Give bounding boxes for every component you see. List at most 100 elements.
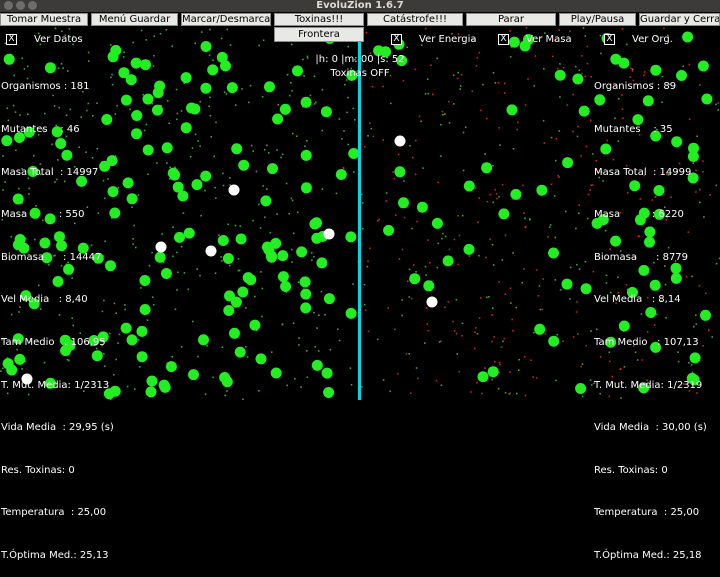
food-particle-green xyxy=(464,126,467,129)
food-particle-green xyxy=(226,390,228,392)
organism xyxy=(463,180,475,192)
organism xyxy=(270,367,282,379)
food-particle-green xyxy=(61,30,63,33)
organism xyxy=(431,217,443,229)
food-particle-red xyxy=(435,379,438,382)
food-particle-green xyxy=(715,184,718,187)
food-particle-green xyxy=(291,261,293,263)
food-particle-green xyxy=(142,93,145,96)
food-particle-green xyxy=(518,369,520,371)
food-particle-red xyxy=(474,331,476,333)
food-particle-green xyxy=(352,283,354,285)
see-mass-checkbox[interactable]: X xyxy=(498,34,509,45)
stat-line: T. Mut. Media: 1/2313 xyxy=(1,379,110,391)
organism xyxy=(548,335,560,347)
food-particle-green xyxy=(151,251,153,254)
play-pause-button[interactable]: Play/Pausa xyxy=(559,13,636,26)
food-particle-green xyxy=(558,130,561,132)
border-button[interactable]: Frontera xyxy=(274,27,364,42)
food-particle-green xyxy=(492,165,494,167)
food-particle-red xyxy=(437,181,440,184)
food-particle-red xyxy=(499,363,501,366)
food-particle-green xyxy=(578,268,581,270)
food-particle-red xyxy=(491,340,493,343)
mark-unmark-button[interactable]: Marcar/Desmarcar xyxy=(181,13,271,26)
food-particle-green xyxy=(197,355,199,358)
organism xyxy=(122,177,134,189)
food-particle-green xyxy=(229,177,231,179)
food-particle-green xyxy=(277,103,279,106)
food-particle-green xyxy=(344,83,346,86)
food-particle-green xyxy=(342,167,345,169)
catastrophe-button[interactable]: Catástrofe!!! xyxy=(367,13,463,26)
food-particle-green xyxy=(498,195,500,198)
food-particle-green xyxy=(529,218,531,220)
stat-line: Temperatura : 25,00 xyxy=(594,507,700,519)
food-particle-green xyxy=(194,42,196,45)
food-particle-green xyxy=(313,311,315,314)
food-particle-green xyxy=(581,395,584,398)
food-particle-green xyxy=(341,138,343,140)
food-particle-green xyxy=(132,243,134,246)
food-particle-red xyxy=(447,301,450,303)
food-particle-green xyxy=(252,219,254,222)
food-particle-green xyxy=(492,201,494,204)
stat-line: Vel Media : 8,14 xyxy=(594,294,681,306)
food-particle-green xyxy=(199,145,201,147)
food-particle-green xyxy=(197,140,199,142)
organism xyxy=(300,302,312,314)
toxins-button[interactable]: Toxinas!!! xyxy=(274,13,364,26)
food-particle-green xyxy=(406,46,408,49)
food-particle-red xyxy=(475,65,478,67)
organism xyxy=(264,81,275,93)
food-particle-red xyxy=(455,332,458,335)
food-particle-red xyxy=(524,226,526,229)
organism xyxy=(296,246,308,258)
take-sample-button[interactable]: Tomar Muestra xyxy=(0,13,88,26)
see-data-checkbox[interactable]: X xyxy=(6,34,17,45)
see-energy-checkbox[interactable]: X xyxy=(391,34,402,45)
organism xyxy=(130,57,142,69)
food-particle-green xyxy=(118,333,121,336)
food-particle-green xyxy=(548,226,551,228)
food-particle-green xyxy=(229,44,232,46)
stop-button[interactable]: Parar xyxy=(466,13,556,26)
organism xyxy=(120,322,132,334)
save-menu-button[interactable]: Menú Guardar xyxy=(91,13,178,26)
food-particle-red xyxy=(527,78,529,80)
food-particle-green xyxy=(291,90,293,92)
food-particle-red xyxy=(410,297,413,300)
food-particle-green xyxy=(208,54,211,56)
food-particle-green xyxy=(109,44,112,46)
see-org-checkbox[interactable]: X xyxy=(604,34,615,45)
food-particle-green xyxy=(204,189,206,192)
food-particle-green xyxy=(403,180,405,182)
food-particle-red xyxy=(509,287,512,289)
food-particle-green xyxy=(461,322,464,325)
organism xyxy=(139,304,151,315)
food-particle-green xyxy=(512,252,514,254)
food-particle-green xyxy=(494,82,497,84)
food-particle-green xyxy=(574,65,577,68)
food-particle-red xyxy=(407,280,409,282)
food-particle-green xyxy=(437,242,440,245)
marked-organism xyxy=(394,135,406,147)
food-particle-red xyxy=(427,239,429,241)
food-particle-red xyxy=(458,234,461,237)
food-particle-green xyxy=(114,113,117,115)
organism xyxy=(223,305,235,316)
food-particle-red xyxy=(429,262,431,264)
food-particle-green xyxy=(296,211,299,214)
food-particle-green xyxy=(462,131,465,134)
food-particle-green xyxy=(317,350,320,352)
food-particle-green xyxy=(559,96,561,98)
title-bar: EvoluZion 1.6.7 xyxy=(0,0,720,12)
organism xyxy=(186,102,197,114)
food-particle-green xyxy=(309,94,312,97)
organism xyxy=(394,166,406,178)
food-particle-green xyxy=(176,118,178,121)
save-and-close-button[interactable]: Guardar y Cerrar xyxy=(639,13,720,26)
food-particle-green xyxy=(297,281,300,283)
food-particle-green xyxy=(569,298,571,300)
food-particle-green xyxy=(542,119,545,122)
